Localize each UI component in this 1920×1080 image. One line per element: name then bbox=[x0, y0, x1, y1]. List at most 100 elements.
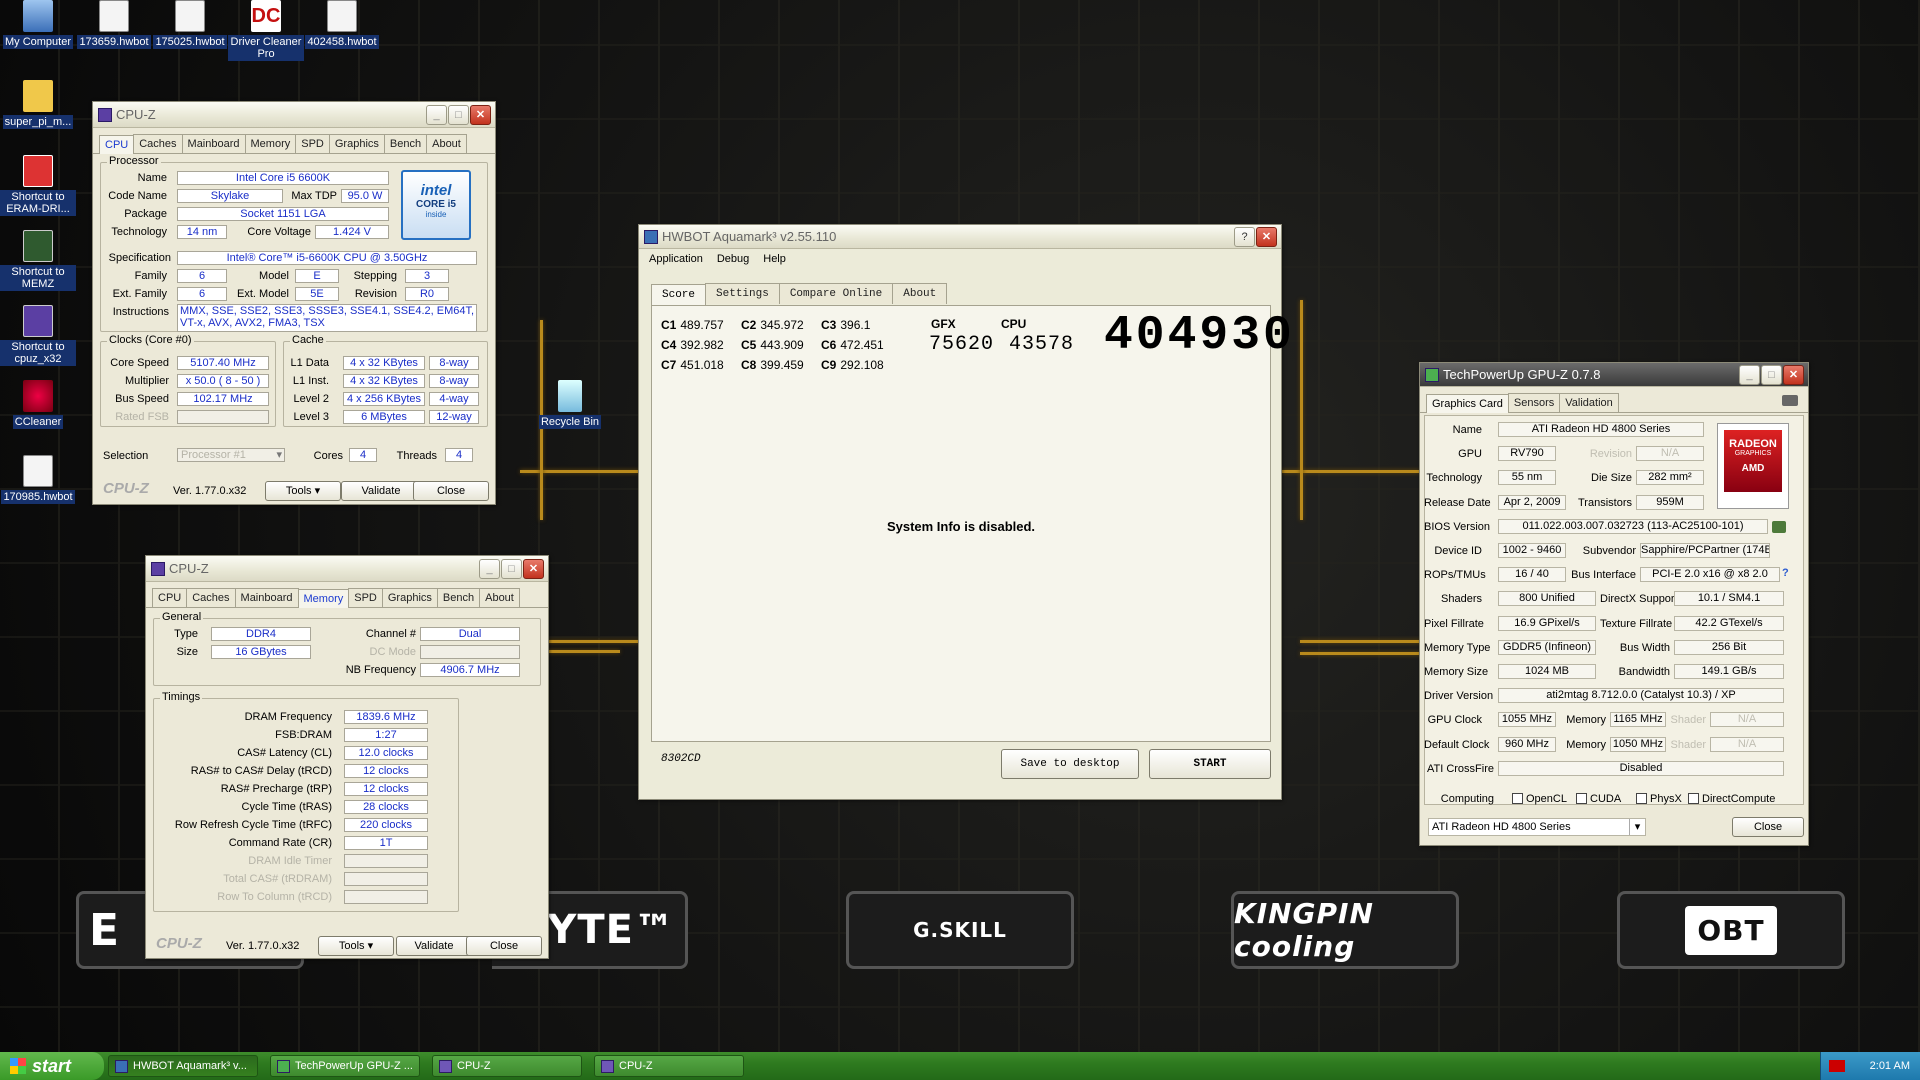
gpuz-diesize-label: Die Size bbox=[1591, 472, 1632, 485]
taskbar-item-gpuz[interactable]: TechPowerUp GPU-Z ... bbox=[270, 1055, 420, 1077]
tab-bench[interactable]: Bench bbox=[436, 588, 481, 607]
close-button[interactable]: ✕ bbox=[470, 105, 491, 125]
desktop-icon-memz[interactable]: Shortcut to MEMZ bbox=[0, 230, 76, 291]
tab-cpu[interactable]: CPU bbox=[99, 135, 135, 154]
tab-caches[interactable]: Caches bbox=[186, 588, 236, 607]
tools-button[interactable]: Tools ▾ bbox=[265, 481, 341, 501]
tab-compare-online[interactable]: Compare Online bbox=[778, 283, 894, 304]
name-label: Name bbox=[137, 172, 167, 184]
ati-tray-icon[interactable] bbox=[1829, 1060, 1845, 1072]
validate-button[interactable]: Validate bbox=[396, 936, 472, 956]
tab-graphics[interactable]: Graphics bbox=[381, 588, 438, 607]
gpuz-memtype-label: Memory Type bbox=[1424, 641, 1491, 654]
tab-spd[interactable]: SPD bbox=[348, 588, 383, 607]
desktop-icon-recycle-bin[interactable]: Recycle Bin bbox=[532, 380, 608, 429]
desktop-icon-cpuz[interactable]: Shortcut to cpuz_x32 bbox=[0, 305, 76, 366]
cache-l3-label: Level 3 bbox=[293, 411, 329, 423]
tab-memory[interactable]: Memory bbox=[297, 589, 350, 608]
minimize-button[interactable]: _ bbox=[426, 105, 447, 125]
subscore-key: C5 bbox=[741, 338, 757, 352]
tab-cpu[interactable]: CPU bbox=[152, 588, 188, 607]
extfamily-value: 6 bbox=[177, 287, 227, 301]
desktop-icon-my-computer[interactable]: My Computer bbox=[0, 0, 76, 49]
tab-mainboard[interactable]: Mainboard bbox=[234, 588, 299, 607]
camera-icon[interactable] bbox=[1782, 395, 1798, 406]
menu-help[interactable]: Help bbox=[763, 253, 786, 265]
start-button[interactable]: START bbox=[1149, 749, 1271, 779]
taskbar-item-cpuz-1[interactable]: CPU-Z bbox=[432, 1055, 582, 1077]
tab-caches[interactable]: Caches bbox=[133, 134, 183, 153]
desktop-icon-eram[interactable]: Shortcut to ERAM-DRI... bbox=[0, 155, 76, 216]
subscore-key: C2 bbox=[741, 318, 757, 332]
tab-mainboard[interactable]: Mainboard bbox=[181, 134, 246, 153]
subscore-key: C7 bbox=[661, 358, 677, 372]
maximize-button[interactable]: □ bbox=[448, 105, 469, 125]
menu-application[interactable]: Application bbox=[649, 253, 703, 265]
family-label: Family bbox=[134, 270, 167, 282]
gpuz-app-icon bbox=[277, 1060, 290, 1073]
gpuz-deviceid-label: Device ID bbox=[1434, 545, 1482, 557]
technology-value: 14 nm bbox=[177, 225, 227, 239]
directcompute-checkbox[interactable]: DirectCompute bbox=[1688, 793, 1775, 805]
desktop-icon-170985[interactable]: 170985.hwbot bbox=[0, 455, 76, 504]
close-window-button[interactable]: Close bbox=[413, 481, 489, 501]
tab-about[interactable]: About bbox=[892, 283, 948, 304]
multiplier-value: x 50.0 ( 8 - 50 ) bbox=[177, 374, 269, 388]
tab-settings[interactable]: Settings bbox=[705, 283, 780, 304]
gpuz-gpu-value: RV790 bbox=[1498, 446, 1556, 462]
processor-select[interactable]: Processor #1 ▾ bbox=[177, 448, 285, 462]
maxtdp-value: 95.0 W bbox=[341, 189, 389, 203]
desktop-icon-super-pi[interactable]: super_pi_m... bbox=[0, 80, 76, 129]
bus-interface-help-icon[interactable]: ? bbox=[1782, 567, 1789, 579]
close-button[interactable]: ✕ bbox=[1783, 365, 1804, 385]
gpu-select[interactable]: ATI Radeon HD 4800 Series ▾ bbox=[1428, 818, 1646, 836]
timing-value bbox=[344, 854, 428, 868]
tab-validation[interactable]: Validation bbox=[1559, 393, 1619, 412]
cuda-checkbox[interactable]: CUDA bbox=[1576, 793, 1621, 805]
tab-spd[interactable]: SPD bbox=[295, 134, 330, 153]
desktop-icon-driver-cleaner[interactable]: DC Driver Cleaner Pro bbox=[228, 0, 304, 61]
tab-score[interactable]: Score bbox=[651, 284, 707, 305]
tab-memory[interactable]: Memory bbox=[244, 134, 297, 153]
dcmode-label: DC Mode bbox=[369, 646, 416, 658]
minimize-button[interactable]: _ bbox=[1739, 365, 1760, 385]
tab-about[interactable]: About bbox=[479, 588, 520, 607]
close-window-button[interactable]: Close bbox=[466, 936, 542, 956]
close-window-button[interactable]: Close bbox=[1732, 817, 1804, 837]
save-to-desktop-button[interactable]: Save to desktop bbox=[1001, 749, 1139, 779]
opencl-checkbox[interactable]: OpenCL bbox=[1512, 793, 1567, 805]
maximize-button[interactable]: □ bbox=[1761, 365, 1782, 385]
desktop-icon-ccleaner[interactable]: CCleaner bbox=[0, 380, 76, 429]
minimize-button[interactable]: _ bbox=[479, 559, 500, 579]
physx-checkbox[interactable]: PhysX bbox=[1636, 793, 1682, 805]
desktop-icon-175025[interactable]: 175025.hwbot bbox=[152, 0, 228, 49]
tab-sensors[interactable]: Sensors bbox=[1507, 393, 1561, 412]
maximize-button[interactable]: □ bbox=[501, 559, 522, 579]
close-button[interactable]: ✕ bbox=[1256, 227, 1277, 247]
subscore-value: 392.982 bbox=[680, 338, 724, 352]
gpuz-crossfire-label: ATI CrossFire bbox=[1426, 762, 1494, 775]
cache-l3-size: 6 MBytes bbox=[343, 410, 425, 424]
timing-label: Total CAS# (tRDRAM) bbox=[223, 873, 332, 885]
bios-save-icon[interactable] bbox=[1772, 521, 1786, 533]
run-code: 8302CD bbox=[661, 753, 701, 765]
desktop-icon-402458[interactable]: 402458.hwbot bbox=[304, 0, 380, 49]
menu-debug[interactable]: Debug bbox=[717, 253, 749, 265]
desktop-icon-173659[interactable]: 173659.hwbot bbox=[76, 0, 152, 49]
start-button[interactable]: start bbox=[0, 1052, 104, 1080]
gpuz-driver-label: Driver Version bbox=[1424, 690, 1494, 703]
gpuz-subvendor-label: Subvendor bbox=[1582, 545, 1636, 557]
validate-button[interactable]: Validate bbox=[341, 481, 421, 501]
tab-graphics-card[interactable]: Graphics Card bbox=[1426, 394, 1509, 413]
extmodel-value: 5E bbox=[295, 287, 339, 301]
tab-about[interactable]: About bbox=[426, 134, 467, 153]
tab-bench[interactable]: Bench bbox=[383, 134, 428, 153]
timing-value bbox=[344, 890, 428, 904]
tab-graphics[interactable]: Graphics bbox=[328, 134, 385, 153]
tools-button[interactable]: Tools ▾ bbox=[318, 936, 394, 956]
close-button[interactable]: ✕ bbox=[523, 559, 544, 579]
taskbar-item-aquamark[interactable]: HWBOT Aquamark³ v... bbox=[108, 1055, 258, 1077]
taskbar-item-cpuz-2[interactable]: CPU-Z bbox=[594, 1055, 744, 1077]
extfamily-label: Ext. Family bbox=[112, 288, 167, 300]
help-icon[interactable]: ? bbox=[1234, 227, 1255, 247]
